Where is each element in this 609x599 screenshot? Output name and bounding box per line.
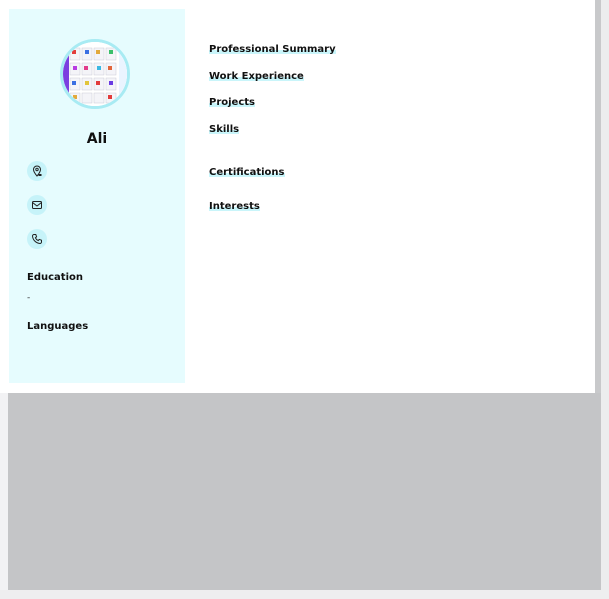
languages-heading: Languages [27,321,89,332]
horizontal-scrollbar[interactable] [0,590,609,599]
viewer-background [8,393,601,590]
section-certifications[interactable]: Certifications [209,167,285,178]
section-interests[interactable]: Interests [209,201,260,212]
education-value: - [27,293,31,303]
profile-sidebar: Ali Education - Languages [9,9,185,383]
resume-page: Ali Education - Languages Professional S… [0,0,596,393]
education-heading: Education [27,272,83,283]
section-projects[interactable]: Projects [209,97,256,108]
section-professional-summary[interactable]: Professional Summary [209,44,336,55]
section-work-experience[interactable]: Work Experience [209,71,304,82]
phone-icon[interactable] [27,229,47,249]
vertical-scrollbar-track[interactable] [601,0,609,599]
section-skills[interactable]: Skills [209,124,240,135]
mail-icon[interactable] [27,195,47,215]
avatar [60,39,130,109]
profile-name: Ali [86,131,108,147]
avatar-image [63,42,127,106]
location-pin-icon[interactable] [27,161,47,181]
